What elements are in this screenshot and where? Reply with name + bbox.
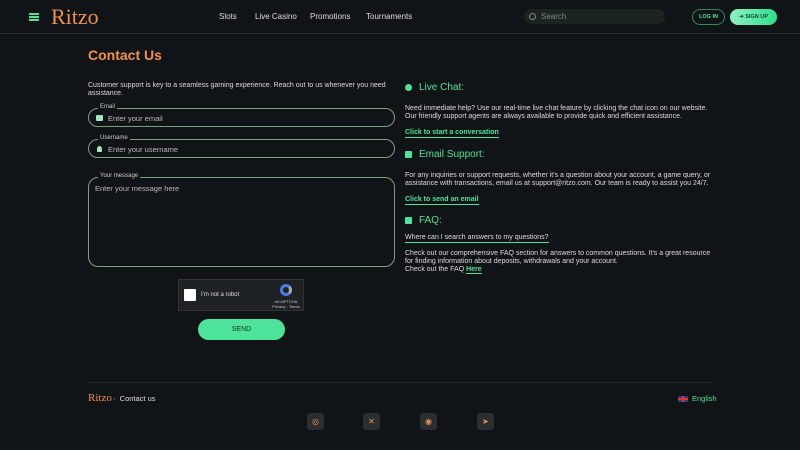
search-input[interactable]: Search bbox=[524, 9, 665, 24]
faq-text2: Check out the FAQ bbox=[405, 266, 465, 273]
email-field[interactable]: Email Enter your email bbox=[88, 104, 395, 127]
chat-icon bbox=[405, 84, 412, 91]
email-placeholder: Enter your email bbox=[108, 114, 163, 123]
intro-text: Customer support is key to a seamless ga… bbox=[88, 82, 386, 97]
discord-icon[interactable]: ◉ bbox=[420, 413, 437, 430]
search-placeholder: Search bbox=[541, 12, 567, 21]
live-chat-text: Need immediate help? Use our real-time l… bbox=[405, 105, 708, 120]
language-selector[interactable]: English bbox=[678, 394, 717, 403]
uk-flag-icon bbox=[678, 395, 688, 402]
faq-heading: FAQ: bbox=[405, 215, 442, 226]
start-conversation-link[interactable]: Click to start a conversation bbox=[405, 129, 499, 138]
breadcrumb-current: Contact us bbox=[119, 394, 156, 403]
x-icon[interactable]: ✕ bbox=[363, 413, 380, 430]
nav-promotions[interactable]: Promotions bbox=[310, 12, 350, 21]
captcha-checkbox[interactable] bbox=[184, 289, 196, 301]
breadcrumb: › Contact us bbox=[113, 394, 156, 403]
logo-text: Ritzo bbox=[51, 4, 99, 29]
nav-tournaments[interactable]: Tournaments bbox=[366, 12, 412, 21]
live-chat-heading: Live Chat: bbox=[405, 82, 464, 93]
nav-slots[interactable]: Slots bbox=[219, 12, 237, 21]
header: Ritzo Slots Live Casino Promotions Tourn… bbox=[0, 0, 800, 34]
faq-text-block: Check out our comprehensive FAQ section … bbox=[405, 250, 715, 274]
envelope-icon bbox=[96, 115, 103, 121]
signup-button[interactable]: ➜ SIGN UP bbox=[730, 9, 777, 25]
captcha-brand: reCAPTCHA Privacy - Terms bbox=[271, 299, 301, 309]
question-icon bbox=[405, 217, 412, 224]
faq-here-link[interactable]: Here bbox=[466, 266, 482, 274]
user-icon bbox=[97, 146, 102, 152]
faq-title: FAQ: bbox=[419, 215, 442, 226]
menu-icon[interactable] bbox=[29, 13, 39, 21]
recaptcha: I'm not a robot reCAPTCHA Privacy - Terms bbox=[178, 279, 304, 311]
language-label: English bbox=[692, 394, 717, 403]
nav-live-casino[interactable]: Live Casino bbox=[255, 12, 297, 21]
signup-label: SIGN UP bbox=[745, 14, 768, 20]
telegram-icon[interactable]: ➤ bbox=[477, 413, 494, 430]
logo[interactable]: Ritzo bbox=[51, 4, 99, 30]
recaptcha-icon bbox=[280, 284, 292, 296]
message-placeholder: Enter your message here bbox=[95, 184, 180, 193]
message-label: Your message bbox=[98, 173, 141, 179]
username-field[interactable]: Username Enter your username bbox=[88, 135, 395, 158]
email-support-heading: Email Support: bbox=[405, 149, 485, 160]
footer-divider bbox=[88, 382, 713, 383]
email-icon bbox=[405, 151, 412, 158]
username-placeholder: Enter your username bbox=[108, 145, 179, 154]
chevron-right-icon: › bbox=[113, 394, 120, 403]
send-button[interactable]: SEND bbox=[198, 319, 285, 340]
login-button[interactable]: LOG IN bbox=[692, 9, 725, 25]
search-icon bbox=[529, 13, 536, 20]
faq-text: Check out our comprehensive FAQ section … bbox=[405, 250, 711, 265]
email-label: Email bbox=[98, 104, 118, 110]
instagram-icon[interactable]: ◎ bbox=[307, 413, 324, 430]
username-label: Username bbox=[98, 135, 130, 141]
send-email-link[interactable]: Click to send an email bbox=[405, 196, 479, 205]
captcha-text: I'm not a robot bbox=[201, 292, 240, 298]
message-field[interactable]: Your message Enter your message here bbox=[88, 173, 395, 267]
page-title: Contact Us bbox=[88, 47, 162, 63]
live-chat-title: Live Chat: bbox=[419, 82, 465, 93]
captcha-links[interactable]: Privacy - Terms bbox=[271, 304, 301, 309]
email-support-text: For any inquiries or support requests, w… bbox=[405, 172, 711, 187]
footer-logo[interactable]: Ritzo bbox=[88, 392, 112, 404]
faq-question-link[interactable]: Where can I search answers to my questio… bbox=[405, 234, 549, 243]
email-support-title: Email Support: bbox=[419, 149, 485, 160]
